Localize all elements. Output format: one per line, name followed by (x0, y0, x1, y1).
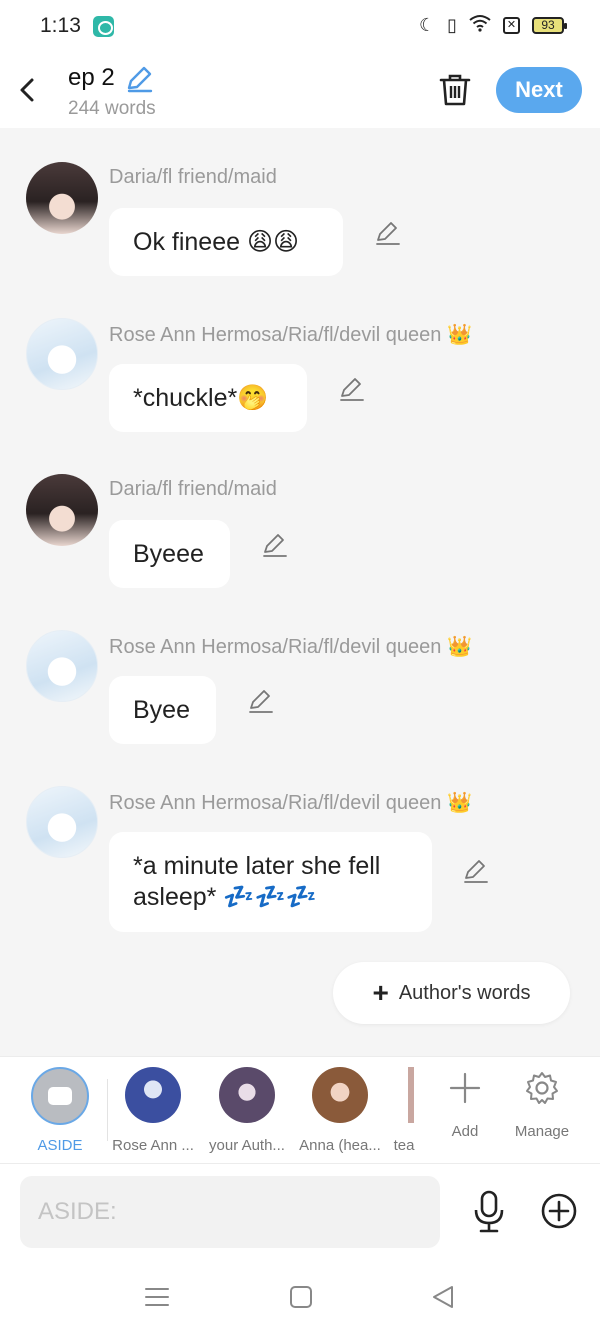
character-avatar (408, 1067, 414, 1123)
add-circle-icon[interactable] (540, 1192, 578, 1230)
plus-icon: + (372, 977, 389, 1008)
gear-icon (525, 1071, 559, 1105)
sender-name: Daria/fl friend/maid (109, 478, 277, 500)
message-text: Ok fineee 😩😩 (133, 227, 300, 256)
character-avatar (312, 1067, 368, 1123)
authors-words-button[interactable]: + Author's words (333, 962, 570, 1024)
message-bubble[interactable]: Byee (109, 676, 216, 744)
back-nav-icon[interactable] (428, 1282, 458, 1312)
add-label: Add (451, 1123, 479, 1140)
edit-message-icon[interactable] (338, 376, 366, 404)
manage-label: Manage (514, 1123, 570, 1140)
avatar[interactable] (26, 786, 98, 858)
character-label: Anna (hea... (299, 1137, 381, 1154)
microphone-icon[interactable] (470, 1190, 508, 1234)
battery-icon: 93 (532, 17, 567, 34)
character-avatar (125, 1067, 181, 1123)
message-bubble[interactable]: Byeee (109, 520, 230, 588)
aside-icon (31, 1067, 89, 1125)
character-item[interactable]: Anna (hea... (297, 1067, 383, 1154)
authors-words-label: Author's words (398, 981, 531, 1004)
character-aside[interactable]: ASIDE (20, 1067, 100, 1154)
back-icon[interactable] (14, 72, 42, 108)
character-strip: ASIDE Rose Ann ... your Auth... Anna (he… (0, 1056, 600, 1164)
no-sim-icon: ✕ (503, 17, 520, 34)
character-item[interactable]: tea (392, 1067, 416, 1154)
chat-list: Daria/fl friend/maid Ok fineee 😩😩 Rose A… (0, 128, 600, 1056)
sender-name: Daria/fl friend/maid (109, 166, 277, 188)
message-text: *chuckle*🤭 (133, 383, 269, 412)
avatar[interactable] (26, 630, 98, 702)
edit-message-icon[interactable] (374, 220, 402, 248)
add-character-button[interactable]: Add (434, 1067, 496, 1140)
message-bubble[interactable]: *a minute later she fell asleep* 💤💤💤 (109, 832, 432, 932)
avatar[interactable] (26, 318, 98, 390)
sender-name: Rose Ann Hermosa/Ria/fl/devil queen 👑 (109, 636, 472, 658)
episode-title: ep 2 (68, 64, 115, 91)
character-label: ASIDE (37, 1137, 83, 1154)
character-item[interactable]: Rose Ann ... (110, 1067, 196, 1154)
aside-input[interactable] (20, 1176, 440, 1248)
moon-icon: ☾ (418, 15, 436, 35)
message-text: *a minute later she fell asleep* 💤💤💤 (133, 852, 381, 911)
status-time: 1:13 (40, 14, 81, 37)
message-text: Byee (133, 695, 190, 724)
app-notification-icon (93, 16, 114, 37)
trash-icon[interactable] (438, 72, 472, 108)
plus-icon (448, 1071, 482, 1105)
character-avatar (219, 1067, 275, 1123)
vibrate-icon: ▯ (447, 15, 457, 35)
character-label: Rose Ann ... (112, 1137, 194, 1154)
message-text: Byeee (133, 539, 204, 568)
status-icons: ☾ ▯ ✕ 93 (418, 14, 567, 37)
sender-name: Rose Ann Hermosa/Ria/fl/devil queen 👑 (109, 324, 472, 346)
wifi-icon (469, 14, 491, 37)
next-button[interactable]: Next (496, 67, 582, 113)
character-item[interactable]: your Auth... (204, 1067, 290, 1154)
word-count: 244 words (68, 98, 156, 119)
character-label: your Auth... (209, 1137, 285, 1154)
menu-icon[interactable] (142, 1282, 172, 1312)
navigation-bar (0, 1262, 600, 1333)
status-bar: 1:13 ☾ ▯ ✕ 93 (0, 0, 600, 52)
character-label: tea (393, 1137, 415, 1154)
edit-title-icon[interactable] (124, 64, 154, 94)
sender-name: Rose Ann Hermosa/Ria/fl/devil queen 👑 (109, 792, 472, 814)
header: ep 2 244 words Next (0, 52, 600, 128)
avatar[interactable] (26, 162, 98, 234)
edit-message-icon[interactable] (261, 532, 289, 560)
edit-message-icon[interactable] (247, 688, 275, 716)
avatar[interactable] (26, 474, 98, 546)
divider (107, 1079, 108, 1141)
message-bubble[interactable]: Ok fineee 😩😩 (109, 208, 343, 276)
input-bar (0, 1164, 600, 1262)
edit-message-icon[interactable] (462, 858, 490, 886)
home-icon[interactable] (286, 1282, 316, 1312)
message-bubble[interactable]: *chuckle*🤭 (109, 364, 307, 432)
manage-button[interactable]: Manage (508, 1067, 576, 1140)
